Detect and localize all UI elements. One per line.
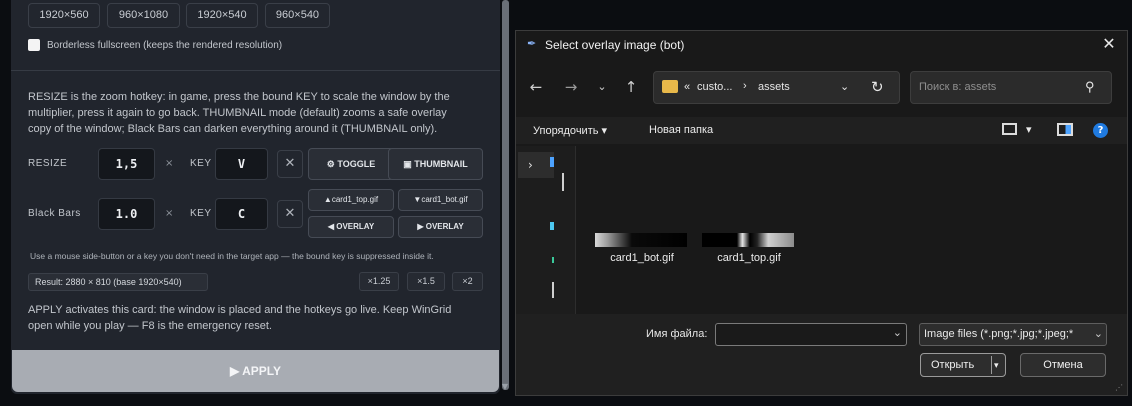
dialog-title: Select overlay image (bot): [545, 38, 685, 52]
close-icon[interactable]: ✕: [1099, 34, 1119, 54]
back-arrow-icon[interactable]: ←: [524, 75, 548, 99]
sort-label: Упорядочить: [533, 125, 599, 137]
sort-menu-button[interactable]: Упорядочить ▾: [533, 124, 607, 137]
description-line-1: RESIZE is the zoom hotkey: in game, pres…: [28, 91, 450, 103]
multiplier-1-5-button[interactable]: ×1.5: [407, 272, 445, 291]
filename-label: Имя файла:: [646, 328, 708, 340]
apply-button[interactable]: ▶ APPLY: [12, 350, 499, 392]
file-name-bot[interactable]: card1_bot.gif: [587, 252, 697, 264]
black-bars-clear-button[interactable]: ✕: [277, 200, 303, 228]
card-bot-button[interactable]: ▼card1_bot.gif: [398, 189, 483, 211]
file-type-filter[interactable]: Image files (*.png;*.jpg;*.jpeg;* ⌄: [919, 323, 1107, 346]
forward-arrow-icon[interactable]: →: [559, 75, 583, 99]
up-arrow-icon[interactable]: ↑: [619, 75, 643, 99]
navigation-pane[interactable]: ›: [516, 146, 576, 314]
black-bars-label: Black Bars: [28, 208, 81, 219]
borderless-checkbox[interactable]: [28, 39, 40, 51]
search-input[interactable]: Поиск в: assets: [919, 81, 996, 93]
black-bars-key-label: KEY: [190, 208, 212, 219]
chevron-down-icon[interactable]: ⌄: [840, 80, 849, 93]
scrollbar-thumb[interactable]: [502, 0, 509, 390]
folder-icon: [662, 80, 678, 93]
open-button-label: Открыть: [931, 359, 975, 371]
apply-info-line-2: open while you play — F8 is the emergenc…: [28, 320, 272, 332]
new-folder-button[interactable]: Новая папка: [649, 124, 713, 136]
black-bars-times: ×: [165, 208, 174, 219]
resize-key-input[interactable]: V: [215, 148, 268, 180]
nav-item-icon-4: [552, 282, 554, 298]
open-button[interactable]: Открыть ▾: [920, 353, 1006, 377]
resolution-button-4[interactable]: 960×540: [265, 3, 330, 28]
borderless-label: Borderless fullscreen (keeps the rendere…: [47, 40, 283, 51]
section-divider: [11, 70, 500, 71]
command-bar: [516, 117, 1127, 144]
chevron-down-icon[interactable]: ⌄: [1091, 324, 1103, 345]
cancel-button[interactable]: Отмена: [1020, 353, 1106, 377]
view-icon[interactable]: [1002, 123, 1017, 135]
multiplier-2-button[interactable]: ×2: [452, 272, 483, 291]
nav-item-icon: [550, 157, 554, 167]
split-divider: [991, 356, 992, 374]
file-thumbnail-bot[interactable]: [595, 233, 687, 247]
search-icon[interactable]: ⚲: [1085, 79, 1095, 95]
overlay-left-button[interactable]: ◀ OVERLAY: [308, 216, 394, 238]
hotkey-note: Use a mouse side-button or a key you don…: [30, 251, 434, 261]
resolution-button-1[interactable]: 1920×560: [28, 3, 100, 28]
nav-item-icon-2: [550, 222, 554, 230]
file-thumbnail-top[interactable]: [702, 233, 794, 247]
resize-clear-button[interactable]: ✕: [277, 150, 303, 178]
resize-key-label: KEY: [190, 158, 212, 169]
apply-info-line-1: APPLY activates this card: the window is…: [28, 304, 452, 316]
filename-input[interactable]: ⌄: [715, 323, 907, 346]
address-bar[interactable]: « custo... › assets ⌄ ↻: [653, 71, 900, 104]
toggle-button[interactable]: ⚙ TOGGLE: [308, 148, 394, 180]
black-bars-key-input[interactable]: C: [215, 198, 268, 230]
resolution-button-3[interactable]: 1920×540: [186, 3, 258, 28]
breadcrumb-prefix: «: [684, 81, 691, 93]
black-bars-value-input[interactable]: 1.0: [98, 198, 155, 230]
result-readout: Result: 2880 × 810 (base 1920×540): [28, 273, 208, 291]
nav-item-icon-3: [552, 257, 554, 263]
open-dropdown-icon[interactable]: ▾: [994, 354, 999, 376]
refresh-icon[interactable]: ↻: [871, 78, 884, 96]
overlay-right-button[interactable]: ▶ OVERLAY: [398, 216, 483, 238]
help-icon[interactable]: ?: [1093, 123, 1108, 138]
resize-label: RESIZE: [28, 158, 68, 169]
view-dropdown-icon[interactable]: ▾: [1026, 123, 1032, 136]
description-line-2: multiplier, press it again to go back. T…: [28, 107, 447, 119]
card-top-button[interactable]: ▲card1_top.gif: [308, 189, 394, 211]
resize-multiplier-input[interactable]: 1,5: [98, 148, 155, 180]
search-box[interactable]: Поиск в: assets ⚲: [910, 71, 1112, 104]
breadcrumb-separator: ›: [743, 80, 747, 92]
filter-value: Image files (*.png;*.jpg;*.jpeg;*: [924, 328, 1074, 340]
breadcrumb-parent[interactable]: custo...: [697, 81, 732, 93]
preview-pane-icon[interactable]: [1057, 123, 1073, 136]
description-line-3: copy of the window; Black Bars can darke…: [28, 123, 438, 135]
thumbnail-button[interactable]: ▣ THUMBNAIL: [388, 148, 483, 180]
file-name-top[interactable]: card1_top.gif: [694, 252, 804, 264]
breadcrumb-current[interactable]: assets: [758, 81, 790, 93]
scroll-down-icon[interactable]: ▼: [500, 382, 510, 392]
expand-chevron-icon[interactable]: ›: [518, 152, 554, 178]
feather-icon: ✒: [527, 37, 537, 50]
recent-dropdown-icon[interactable]: ⌄: [590, 75, 614, 99]
resolution-button-2[interactable]: 960×1080: [107, 3, 180, 28]
resize-times: ×: [165, 158, 174, 169]
nav-pane-scrollbar[interactable]: [562, 173, 564, 191]
chevron-down-icon[interactable]: ⌄: [893, 326, 902, 339]
multiplier-1-25-button[interactable]: ×1.25: [359, 272, 399, 291]
app-panel: 1920×560 960×1080 1920×540 960×540 Borde…: [0, 0, 512, 406]
resize-grip-icon[interactable]: ⋰: [1115, 383, 1123, 392]
